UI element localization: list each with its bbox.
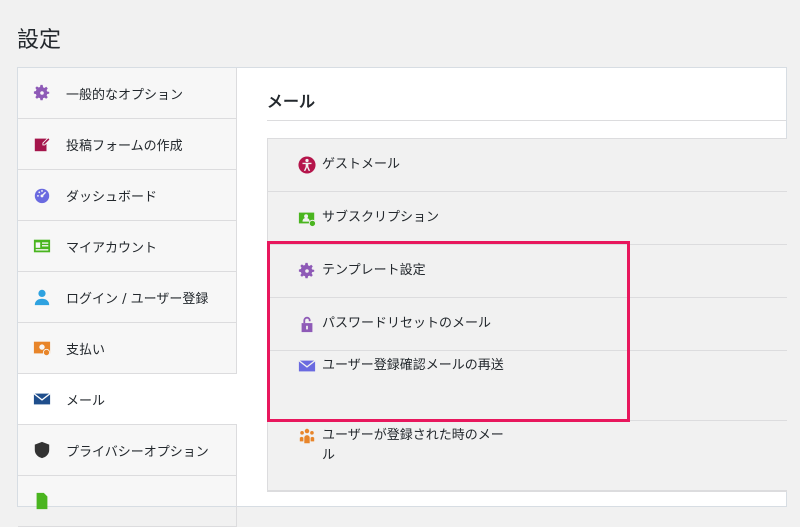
edit-form-icon [33,135,51,153]
divider [267,120,786,121]
mail-item-user-registered[interactable]: ユーザーが登録された時のメール [268,421,787,491]
mail-item-label: ゲストメール [322,157,401,172]
sidebar-item-label: プライバシーオプション [66,444,209,460]
sidebar-item-my-account[interactable]: マイアカウント [18,221,237,272]
mail-list: ゲストメール サブスクリプション テンプレート設定 パスワードリセットのメール [267,138,787,492]
sidebar-item-post-form[interactable]: 投稿フォームの作成 [18,119,237,170]
sidebar-item-label: 投稿フォームの作成 [66,138,183,154]
lock-icon [298,315,316,333]
gear-icon [33,84,51,102]
mail-item-label: テンプレート設定 [322,263,426,278]
sidebar-item-login-registration[interactable]: ログイン / ユーザー登録 [18,272,237,323]
sidebar-item-label: 一般的なオプション [66,87,184,103]
settings-panel: 一般的なオプション 投稿フォームの作成 ダッシュボード マイアカウント ログイン [17,67,787,527]
mail-item-subscription[interactable]: サブスクリプション [268,192,787,245]
envelope-icon [33,390,51,408]
sidebar-item-partial[interactable] [18,476,237,527]
sidebar-item-label: ログイン / ユーザー登録 [66,291,209,307]
sidebar-item-label: マイアカウント [66,240,158,256]
subscription-icon [298,209,316,227]
mail-item-password-reset[interactable]: パスワードリセットのメール [268,298,787,351]
sidebar-item-general-options[interactable]: 一般的なオプション [18,68,237,119]
mail-item-resend-registration-confirmation[interactable]: ユーザー登録確認メールの再送 [268,351,787,421]
mail-item-label: パスワードリセットのメール [322,316,492,331]
user-icon [33,288,51,306]
sidebar-item-label: 支払い [66,342,106,358]
shield-icon [33,441,51,459]
gear-icon [298,262,316,280]
sidebar-item-payment[interactable]: 支払い [18,323,237,374]
sidebar-item-dashboard[interactable]: ダッシュボード [18,170,237,221]
main-content: メール ゲストメール サブスクリプション テンプレート設定 パスワードリセットの… [237,68,787,506]
mail-item-template-settings[interactable]: テンプレート設定 [268,245,787,298]
sidebar: 一般的なオプション 投稿フォームの作成 ダッシュボード マイアカウント ログイン [18,68,237,527]
dashboard-icon [33,186,51,204]
sidebar-item-label: メール [66,393,106,409]
mail-item-label: サブスクリプション [322,210,440,225]
mail-item-label: ユーザーが登録された時のメール [322,428,504,463]
document-icon [33,492,51,510]
group-icon [298,427,316,445]
accessibility-icon [298,156,316,174]
id-card-icon [33,237,51,255]
page-title: 設定 [17,28,62,53]
payment-icon [33,339,51,357]
envelope-icon [298,357,316,375]
mail-item-guest[interactable]: ゲストメール [268,139,787,192]
sidebar-item-privacy-options[interactable]: プライバシーオプション [18,425,237,476]
section-title: メール [267,92,316,111]
mail-item-label: ユーザー登録確認メールの再送 [322,358,504,373]
sidebar-item-mail[interactable]: メール [18,374,237,425]
sidebar-item-label: ダッシュボード [66,189,158,205]
